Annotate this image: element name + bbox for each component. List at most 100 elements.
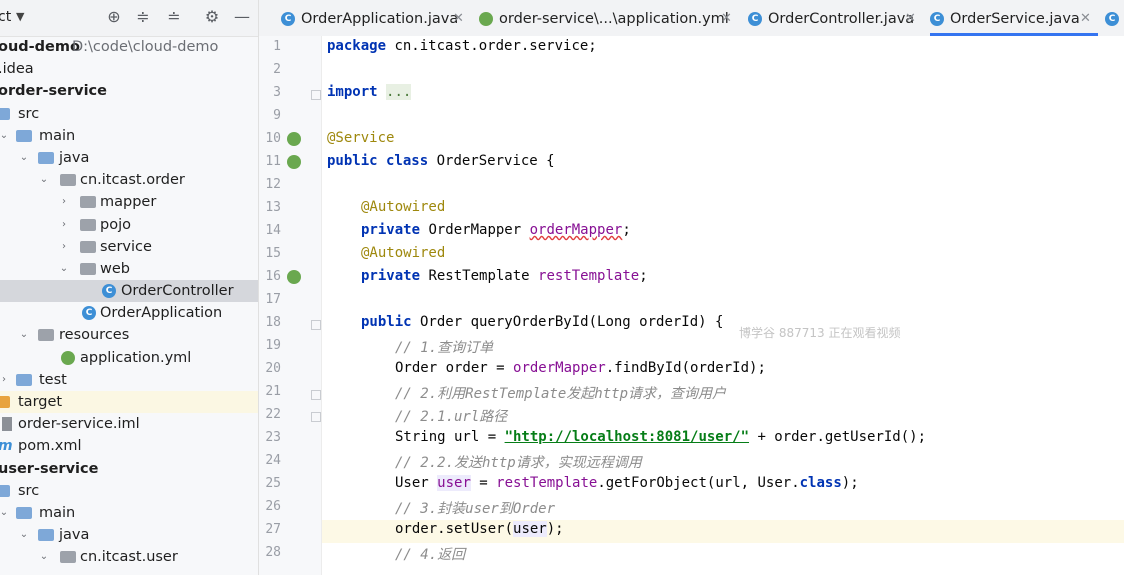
fold-icon[interactable] bbox=[311, 390, 321, 400]
tab-application-yml[interactable]: order-service\...\application.yml ✕ bbox=[479, 0, 741, 36]
fold-icon[interactable] bbox=[311, 412, 321, 422]
spring-bean-icon[interactable] bbox=[287, 132, 301, 146]
maven-icon: m bbox=[0, 435, 13, 457]
locate-icon[interactable]: ⊕ bbox=[104, 8, 124, 26]
chevron-down-icon[interactable]: ⌄ bbox=[38, 169, 50, 191]
tab-order-service[interactable]: C OrderService.java ✕ bbox=[930, 0, 1098, 36]
tree-item-main[interactable]: ⌄ main bbox=[0, 125, 258, 147]
tree-item-label: .idea bbox=[0, 61, 34, 78]
tree-item-label: cn.itcast.order bbox=[80, 172, 185, 189]
code-editor[interactable]: 1 2 3 9 10 11 12 13 14 15 16 17 18 19 20… bbox=[259, 36, 1124, 575]
chevron-down-icon[interactable]: ⌄ bbox=[38, 546, 50, 568]
tree-item-order-service[interactable]: order-service bbox=[0, 80, 258, 102]
package-icon bbox=[80, 196, 96, 209]
code-line-11: public class OrderService { bbox=[327, 153, 555, 169]
project-view-title[interactable]: ct bbox=[0, 9, 11, 25]
autowired-bean-icon[interactable] bbox=[287, 270, 301, 284]
resources-folder-icon bbox=[38, 329, 54, 342]
close-icon[interactable]: ✕ bbox=[905, 0, 916, 38]
tree-item-java[interactable]: ⌄ java bbox=[0, 147, 258, 169]
tree-item-service[interactable]: › service bbox=[0, 236, 258, 258]
tree-item-label: cn.itcast.user bbox=[80, 549, 178, 566]
tree-item-pom-xml[interactable]: m pom.xml bbox=[0, 435, 258, 457]
variable-name: user bbox=[437, 475, 471, 491]
line-number: 1 bbox=[273, 39, 281, 54]
line-number: 9 bbox=[273, 108, 281, 123]
tree-item-application-yml[interactable]: application.yml bbox=[0, 347, 258, 369]
tree-item-label: resources bbox=[59, 327, 130, 344]
close-icon[interactable]: ✕ bbox=[453, 0, 464, 38]
tree-item-order-application[interactable]: C OrderApplication bbox=[0, 302, 258, 324]
code-text: String url = bbox=[395, 429, 505, 445]
chevron-right-icon[interactable]: › bbox=[0, 369, 10, 391]
chevron-down-icon[interactable]: ⌄ bbox=[58, 258, 70, 280]
expand-all-icon[interactable]: ≑ bbox=[133, 8, 153, 26]
code-text: OrderService { bbox=[428, 153, 555, 169]
class-icon: C bbox=[748, 12, 762, 26]
chevron-down-icon[interactable]: ⌄ bbox=[0, 125, 10, 147]
chevron-down-icon[interactable]: ⌄ bbox=[18, 324, 30, 346]
collapse-all-icon[interactable]: ≐ bbox=[164, 8, 184, 26]
tree-item-src[interactable]: src bbox=[0, 103, 258, 125]
chevron-right-icon[interactable]: › bbox=[58, 191, 70, 213]
keyword: private bbox=[361, 222, 421, 238]
chevron-down-icon[interactable]: ⌄ bbox=[18, 524, 30, 546]
tree-item-cloud-demo[interactable]: oud-demo D:\code\cloud-demo bbox=[0, 36, 258, 58]
keyword: import bbox=[327, 84, 378, 100]
keyword: private bbox=[361, 268, 421, 284]
tree-item-resources[interactable]: ⌄ resources bbox=[0, 324, 258, 346]
tree-item-src-2[interactable]: src bbox=[0, 480, 258, 502]
gear-icon[interactable]: ⚙ bbox=[202, 8, 222, 26]
spring-bean-icon[interactable] bbox=[287, 155, 301, 169]
chevron-down-icon[interactable]: ▼ bbox=[16, 10, 24, 23]
fold-icon[interactable] bbox=[311, 90, 321, 100]
tree-item-test[interactable]: › test bbox=[0, 369, 258, 391]
line-number: 15 bbox=[265, 246, 281, 261]
tree-item-label: order-service bbox=[0, 83, 107, 100]
tree-item-label: order-service.iml bbox=[18, 416, 140, 433]
tree-item-order-controller[interactable]: C OrderController bbox=[0, 280, 258, 303]
module-file-icon bbox=[2, 417, 12, 432]
line-number: 27 bbox=[265, 522, 281, 537]
annotation: @Autowired bbox=[361, 199, 446, 215]
chevron-right-icon[interactable]: › bbox=[58, 214, 70, 236]
tree-item-label: mapper bbox=[100, 194, 157, 211]
tab-order-application[interactable]: C OrderApplication.java ✕ bbox=[281, 0, 471, 36]
source-folder-icon bbox=[38, 151, 54, 164]
tree-item-label: target bbox=[18, 394, 63, 410]
tab-overflow[interactable]: C bbox=[1105, 0, 1124, 36]
line-number: 2 bbox=[273, 62, 281, 77]
line-number: 28 bbox=[265, 545, 281, 560]
hide-panel-icon[interactable]: — bbox=[232, 8, 252, 26]
editor-tabs: C OrderApplication.java ✕ order-service\… bbox=[259, 0, 1124, 37]
tree-item-order-service-iml[interactable]: order-service.iml bbox=[0, 413, 258, 435]
tree-item-mapper[interactable]: › mapper bbox=[0, 191, 258, 213]
tree-item-java-2[interactable]: ⌄ java bbox=[0, 524, 258, 546]
line-number: 10 bbox=[265, 131, 281, 146]
string-literal[interactable]: "http://localhost:8081/user/" bbox=[505, 429, 749, 445]
chevron-right-icon[interactable]: › bbox=[58, 236, 70, 258]
chevron-down-icon[interactable]: ⌄ bbox=[18, 147, 30, 169]
folded-imports[interactable]: ... bbox=[386, 84, 412, 100]
tree-item-main-2[interactable]: ⌄ main bbox=[0, 502, 258, 524]
chevron-down-icon[interactable]: ⌄ bbox=[0, 502, 10, 524]
close-icon[interactable]: ✕ bbox=[721, 0, 732, 38]
code-line-21: // 2.利用RestTemplate发起http请求，查询用户 bbox=[395, 386, 727, 402]
tree-item-user-service[interactable]: user-service bbox=[0, 458, 258, 480]
tree-item-pojo[interactable]: › pojo bbox=[0, 214, 258, 236]
tab-order-controller[interactable]: C OrderController.java ✕ bbox=[748, 0, 924, 36]
close-icon[interactable]: ✕ bbox=[1080, 0, 1091, 38]
code-line-10: @Service bbox=[327, 130, 394, 146]
tree-item-idea[interactable]: .idea bbox=[0, 58, 258, 80]
tree-item-target[interactable]: target bbox=[0, 391, 258, 414]
tree-item-label: OrderApplication bbox=[100, 305, 223, 322]
tree-item-cn-itcast-user[interactable]: ⌄ cn.itcast.user bbox=[0, 546, 258, 568]
code-text: RestTemplate bbox=[420, 268, 539, 284]
fold-icon[interactable] bbox=[311, 320, 321, 330]
tree-item-web[interactable]: ⌄ web bbox=[0, 258, 258, 280]
tree-item-path: D:\code\cloud-demo bbox=[72, 39, 219, 55]
code-line-1: package cn.itcast.order.service; bbox=[327, 38, 597, 54]
tree-item-cn-itcast-order[interactable]: ⌄ cn.itcast.order bbox=[0, 169, 258, 191]
project-toolbar: ct ▼ ⊕ ≑ ≐ ⚙ — bbox=[0, 0, 258, 37]
code-text: Order order = bbox=[395, 360, 514, 376]
